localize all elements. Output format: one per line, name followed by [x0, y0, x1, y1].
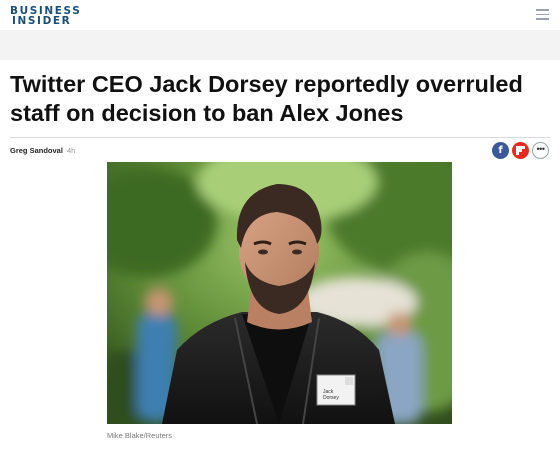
facebook-icon: f — [498, 145, 503, 156]
photo-illustration: Jack Dorsey — [107, 162, 452, 424]
flipboard-icon — [516, 146, 525, 155]
article-headline: Twitter CEO Jack Dorsey reportedly overr… — [10, 71, 523, 126]
more-icon: ••• — [536, 144, 545, 154]
top-bar: BUSINESS INSIDER — [0, 0, 560, 30]
photo-credit: Mike Blake/Reuters — [107, 431, 173, 440]
brand-logo-line2: INSIDER — [12, 15, 72, 27]
ad-banner — [0, 30, 560, 60]
brand-logo[interactable]: BUSINESS INSIDER — [10, 6, 81, 27]
menu-icon[interactable] — [536, 9, 549, 20]
facebook-share-button[interactable]: f — [492, 142, 509, 159]
divider — [10, 137, 550, 138]
author-name[interactable]: Greg Sandoval — [10, 146, 63, 155]
flipboard-share-button[interactable] — [512, 142, 529, 159]
article-photo: Jack Dorsey — [107, 162, 452, 424]
name-badge: Jack Dorsey — [316, 374, 356, 406]
published-time: 4h — [66, 146, 76, 155]
byline: Greg Sandoval 4h — [10, 146, 75, 155]
svg-text:Dorsey: Dorsey — [323, 395, 339, 401]
more-share-button[interactable]: ••• — [532, 142, 549, 159]
